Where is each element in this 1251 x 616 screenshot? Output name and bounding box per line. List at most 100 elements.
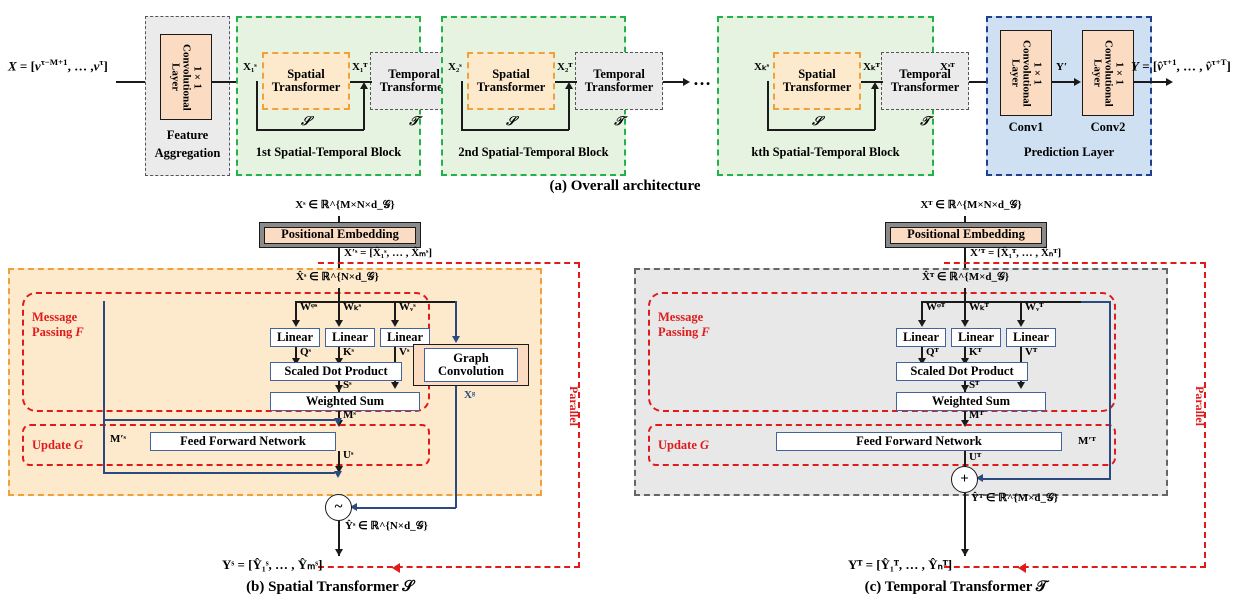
spatial-update-out-label: Uˢ <box>343 449 354 461</box>
feature-aggregation-title-line1: Feature <box>166 128 209 143</box>
temporal-wk-arrowhead <box>961 320 969 327</box>
spatial-message-res-label: M′ˢ <box>110 433 126 445</box>
st-block-k-temporal-transformer[interactable]: Temporal Transformer <box>881 52 969 110</box>
temporal-parallel-label: Parallel <box>1193 386 1207 426</box>
spatial-graph-out-label: Xᵍ <box>464 389 476 401</box>
st-block-k-spatial-symbol: 𝒮 <box>812 114 822 129</box>
temporal-update-label: Update G <box>658 438 710 452</box>
spatial-graphconv-in-hline <box>455 301 456 303</box>
st-block-1-spatial-symbol: 𝒮 <box>301 114 311 129</box>
st-block-k-spatial-transformer[interactable]: Spatial Transformer <box>773 52 861 110</box>
st-block-2-out-arrowhead <box>683 78 690 86</box>
st-block-1-spatial-transformer[interactable]: Spatial Transformer <box>262 52 350 110</box>
st-block-1-temporal-label-2: Transformer <box>379 80 449 94</box>
st-block-2-temporal-transformer[interactable]: Temporal Transformer <box>575 52 663 110</box>
panel-temporal-transformer: Xᵀ ∈ ℝ^{M×N×d_𝒢} Positional Embedding X′… <box>626 196 1251 616</box>
temporal-out-hat-label: Ŷᵀ ∈ ℝ^{M×d_𝒢} <box>971 492 1059 504</box>
panel-b-caption: (b) Spatial Transformer 𝒮 <box>246 579 414 595</box>
temporal-merge-node: + <box>951 466 978 493</box>
spatial-wv-arrowhead <box>391 320 399 327</box>
st-block-k-skip-up <box>874 88 876 130</box>
spatial-positional-embedding-outer: Positional Embedding <box>259 222 421 248</box>
temporal-wq-arrowhead <box>918 320 926 327</box>
temporal-s-arrowhead <box>961 385 969 392</box>
temporal-scaled-dot-product[interactable]: Scaled Dot Product <box>896 362 1028 381</box>
temporal-v-arrowhead <box>1017 382 1025 389</box>
temporal-q-label: Qᵀ <box>926 346 939 358</box>
spatial-wk-arrowhead <box>335 320 343 327</box>
st-block-1-skip-up <box>363 88 365 130</box>
temporal-input-tensor: Xᵀ ∈ ℝ^{M×N×d_𝒢} <box>920 199 1022 212</box>
spatial-message-label: Mˢ <box>343 409 356 421</box>
conv1-to-conv2-line <box>1052 81 1076 83</box>
prediction-output-arrowhead <box>1166 78 1173 86</box>
temporal-parallel-return-arrowhead <box>1018 563 1026 573</box>
spatial-s-arrowhead <box>335 385 343 392</box>
spatial-linear-q[interactable]: Linear <box>270 328 320 347</box>
spatial-q-label: Qˢ <box>300 346 311 358</box>
temporal-after-pe-label: X′ᵀ = [X̂₁ᵀ, … , X̂ₙᵀ] <box>970 247 1062 259</box>
spatial-merge-out-arrowhead <box>335 549 343 556</box>
spatial-bus-h <box>295 301 455 303</box>
st-block-k-skip-arrowhead <box>871 82 879 89</box>
prediction-conv1-box[interactable]: 1×1 Convolutional Layer <box>1000 30 1052 116</box>
temporal-wv-label: Wᵥᵀ <box>1025 301 1044 313</box>
spatial-feed-forward-network[interactable]: Feed Forward Network <box>150 432 336 451</box>
temporal-feed-forward-network[interactable]: Feed Forward Network <box>776 432 1062 451</box>
st-block-2-spatial-label-2: Transformer <box>476 80 546 94</box>
temporal-residual-top-h <box>1081 301 1111 303</box>
panel-overall-architecture: X = [vτ−M+1, … ,vτ] 1×1 Convolutional La… <box>0 0 1251 196</box>
prediction-input-label: Xˢᵀ <box>940 61 955 73</box>
spatial-wq-arrowhead <box>292 320 300 327</box>
temporal-linear-k[interactable]: Linear <box>951 328 1001 347</box>
st-block-k-spatial-label-2: Transformer <box>782 80 852 94</box>
temporal-linear-q[interactable]: Linear <box>896 328 946 347</box>
prediction-conv2-box[interactable]: 1×1 Convolutional Layer <box>1082 30 1134 116</box>
prediction-output-line <box>1134 81 1168 83</box>
overall-output-label: Y = [v̂τ+1, … , v̂τ+T] <box>1131 57 1231 74</box>
blocks-ellipsis: … <box>693 69 712 89</box>
spatial-bus-down <box>338 288 340 302</box>
temporal-merge-out-line <box>964 493 966 556</box>
spatial-graph-convolution-box[interactable]: Graph Convolution <box>413 344 529 386</box>
spatial-wk-label: Wₖˢ <box>343 301 362 313</box>
st-block-2-skip-down <box>461 81 463 130</box>
temporal-linear-v[interactable]: Linear <box>1006 328 1056 347</box>
spatial-residual-down-2 <box>103 419 105 473</box>
spatial-message-passing-label-1: Message <box>32 310 78 324</box>
feature-aggregation-title-line2: Aggregation <box>154 146 221 161</box>
temporal-wv-arrowhead <box>1017 320 1025 327</box>
st-block-k-skip-h <box>767 129 875 131</box>
st-block-k-temporal-symbol: 𝒯 <box>920 114 930 129</box>
st-block-2-spatial-input-label: X₂ˢ <box>448 61 462 73</box>
st-block-k-spatial-input-label: Xₖˢ <box>754 61 770 73</box>
prediction-conv1-name: Conv1 <box>1008 120 1044 135</box>
prediction-conv1-label: 1×1 Convolutional Layer <box>1009 39 1044 107</box>
prediction-conv2-name: Conv2 <box>1090 120 1126 135</box>
spatial-positional-embedding-label: Positional Embedding <box>281 227 399 242</box>
prediction-layer-title: Prediction Layer <box>1023 145 1115 160</box>
spatial-out-hat-label: Ŷˢ ∈ ℝ^{N×d_𝒢} <box>345 520 428 532</box>
spatial-score-label: Sˢ <box>343 379 352 391</box>
st-block-2-spatial-transformer[interactable]: Spatial Transformer <box>467 52 555 110</box>
temporal-output-label: Yᵀ = [Ŷ₁ᵀ, … , Ŷₙᵀ] <box>848 557 953 572</box>
temporal-update-out-label: Uᵀ <box>969 451 982 463</box>
spatial-residual-arrowhead-1 <box>334 418 342 425</box>
overall-input-label: X = [vτ−M+1, … ,vτ] <box>8 57 108 74</box>
temporal-score-label: Sᵀ <box>969 379 980 391</box>
spatial-scaled-dot-product[interactable]: Scaled Dot Product <box>270 362 402 381</box>
st-block-1-temporal-input-label: X₁ᵀ <box>352 61 368 73</box>
st-block-k-temporal-input-label: Xₖᵀ <box>863 61 880 73</box>
spatial-residual-arrowhead-2 <box>334 471 342 478</box>
st-block-1-skip-arrowhead <box>360 82 368 89</box>
spatial-parallel-return-arrowhead <box>392 563 400 573</box>
spatial-linear-k[interactable]: Linear <box>325 328 375 347</box>
spatial-wq-label: Wᵠˢ <box>300 301 318 313</box>
prediction-conv2-label: 1×1 Convolutional Layer <box>1091 39 1126 107</box>
spatial-graphconv-in-arrowhead <box>452 336 460 343</box>
spatial-v-label: Vˢ <box>399 346 410 358</box>
st-block-2-temporal-symbol: 𝒯 <box>614 114 624 129</box>
st-block-2-skip-up <box>568 88 570 130</box>
temporal-merge-out-arrowhead <box>961 549 969 556</box>
temporal-residual-bottom-h <box>981 478 1111 480</box>
